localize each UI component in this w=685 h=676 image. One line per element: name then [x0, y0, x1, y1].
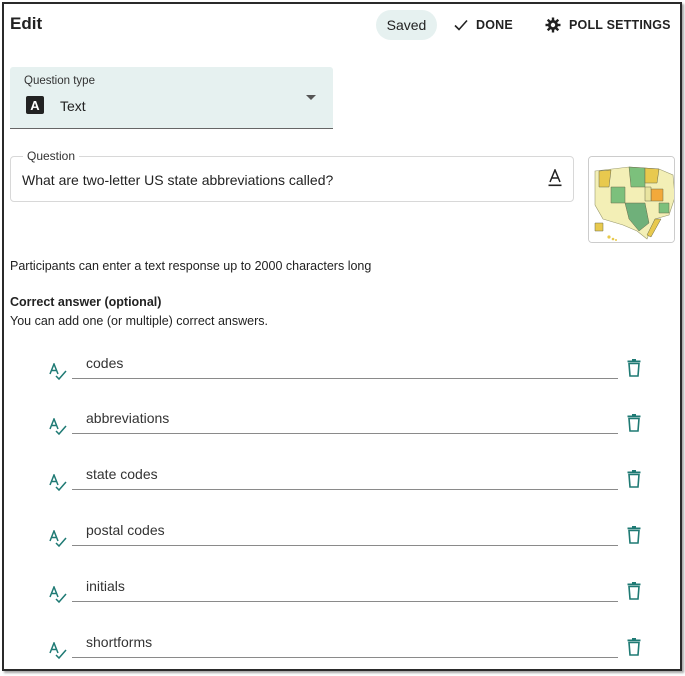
answer-input[interactable]: shortforms	[72, 628, 618, 658]
trash-icon[interactable]	[627, 638, 641, 656]
spellcheck-icon	[49, 474, 67, 492]
answer-value: shortforms	[86, 634, 153, 650]
question-input-text: What are two-letter US state abbreviatio…	[22, 172, 334, 188]
answer-row: codes	[4, 349, 680, 389]
answer-row: initials	[4, 572, 680, 612]
correct-answer-description: You can add one (or multiple) correct an…	[10, 314, 269, 328]
question-type-label: Question type	[24, 75, 95, 87]
text-format-icon[interactable]	[548, 169, 562, 187]
editor-panel: Edit Saved DONE POLL SETTINGS Question t…	[2, 2, 682, 671]
question-image-thumbnail[interactable]	[588, 156, 675, 243]
text-type-icon: A	[26, 96, 44, 114]
gear-icon	[545, 17, 561, 33]
spellcheck-icon	[49, 363, 67, 381]
answer-input[interactable]: state codes	[72, 460, 618, 490]
done-button-label: DONE	[476, 18, 513, 32]
answer-row: shortforms	[4, 628, 680, 668]
answer-row: state codes	[4, 460, 680, 500]
page-title: Edit	[10, 14, 43, 33]
answer-input[interactable]: postal codes	[72, 516, 618, 546]
trash-icon[interactable]	[627, 414, 641, 432]
spellcheck-icon	[49, 418, 67, 436]
spellcheck-icon	[49, 530, 67, 548]
answer-value: abbreviations	[86, 410, 170, 426]
chevron-down-icon	[306, 95, 316, 100]
spellcheck-icon	[49, 642, 67, 660]
check-icon	[454, 19, 468, 31]
correct-answer-heading: Correct answer (optional)	[10, 295, 162, 309]
answer-row: postal codes	[4, 516, 680, 556]
question-type-select[interactable]: Question type A Text	[10, 67, 333, 129]
question-field[interactable]: Question What are two-letter US state ab…	[10, 149, 574, 202]
poll-settings-label: POLL SETTINGS	[569, 18, 671, 32]
character-limit-info: Participants can enter a text response u…	[10, 259, 372, 273]
answer-value: initials	[86, 578, 125, 594]
answer-row: abbreviations	[4, 404, 680, 444]
answer-input[interactable]: initials	[72, 572, 618, 602]
trash-icon[interactable]	[627, 359, 641, 377]
answer-input[interactable]: codes	[72, 349, 618, 379]
us-map-image	[589, 157, 674, 242]
trash-icon[interactable]	[627, 526, 641, 544]
trash-icon[interactable]	[627, 470, 641, 488]
trash-icon[interactable]	[627, 582, 641, 600]
answer-value: state codes	[86, 466, 158, 482]
poll-settings-button[interactable]: POLL SETTINGS	[545, 12, 671, 38]
done-button[interactable]: DONE	[454, 12, 513, 38]
answer-value: codes	[86, 355, 124, 371]
question-field-label: Question	[23, 149, 80, 163]
answer-value: postal codes	[86, 522, 165, 538]
question-type-value: Text	[60, 98, 86, 114]
spellcheck-icon	[49, 586, 67, 604]
saved-status-badge: Saved	[376, 10, 437, 40]
answer-input[interactable]: abbreviations	[72, 404, 618, 434]
